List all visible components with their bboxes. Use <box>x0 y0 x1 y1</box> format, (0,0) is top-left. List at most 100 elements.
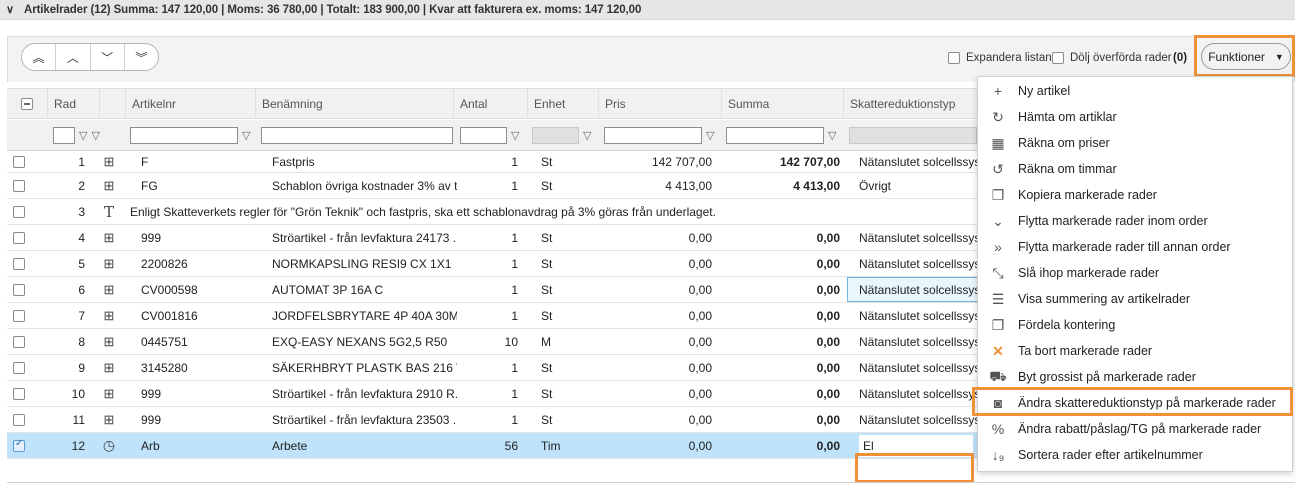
cell-skattereduktionstyp[interactable]: Nätanslutet solcellssystem <box>859 303 979 328</box>
cell-benamning[interactable]: Ströartikel - från levfaktura 23503 ... <box>272 407 457 432</box>
cell-antal[interactable]: 1 <box>463 277 518 302</box>
row-checkbox-checked[interactable]: ✓ <box>13 438 25 452</box>
cell-antal[interactable]: 10 <box>463 329 518 354</box>
cell-benamning[interactable]: Schablon övriga kostnader 3% av t... <box>272 173 457 198</box>
filter-icon[interactable]: ▽ <box>828 129 836 142</box>
filter-icon[interactable]: ▽ <box>91 129 99 142</box>
cell-skattereduktionstyp-editor[interactable]: El <box>859 435 973 457</box>
row-checkbox[interactable] <box>13 155 25 168</box>
menu-item-andra-rabatt[interactable]: % Ändra rabatt/påslag/TG på markerade ra… <box>978 416 1292 442</box>
expand-list-option[interactable]: Expandera listan <box>948 52 1052 64</box>
functions-button[interactable]: Funktioner ▼ <box>1201 43 1291 70</box>
column-header-type[interactable] <box>99 89 125 118</box>
menu-item-rakna-om-priser[interactable]: ▦ Räkna om priser <box>978 130 1292 156</box>
cell-artikelnr[interactable]: FG <box>141 173 261 198</box>
row-checkbox-cell[interactable] <box>13 407 33 432</box>
table-row[interactable]: 2 ⊞ FG Schablon övriga kostnader 3% av t… <box>7 173 1037 199</box>
cell-skattereduktionstyp[interactable]: Övrigt <box>859 173 979 198</box>
filter-pris-input[interactable] <box>604 126 702 144</box>
cell-pris[interactable]: 0,00 <box>607 251 712 276</box>
row-checkbox-cell[interactable] <box>13 303 33 328</box>
cell-skattereduktionstyp[interactable]: Nätanslutet solcellssystem <box>859 381 979 406</box>
cell-enhet[interactable]: St <box>541 225 591 250</box>
cell-pris[interactable]: 0,00 <box>607 355 712 380</box>
filter-icon[interactable]: ▽ <box>79 129 87 142</box>
row-checkbox[interactable] <box>13 335 25 348</box>
move-down-button[interactable]: ﹀ <box>91 44 125 70</box>
cell-benamning[interactable]: Ströartikel - från levfaktura 24173 ... <box>272 225 457 250</box>
cell-skattereduktionstyp[interactable]: Nätanslutet solcellssystem <box>859 329 979 354</box>
row-checkbox-cell[interactable] <box>13 151 33 172</box>
cell-antal[interactable]: 1 <box>463 303 518 328</box>
cell-enhet[interactable]: Tim <box>541 433 591 458</box>
cell-enhet[interactable]: St <box>541 381 591 406</box>
cell-pris[interactable]: 0,00 <box>607 381 712 406</box>
cell-artikelnr[interactable]: CV000598 <box>141 277 261 302</box>
menu-item-sla-ihop[interactable]: ⤡ Slå ihop markerade rader <box>978 260 1292 286</box>
select-all-checkbox[interactable] <box>21 97 33 110</box>
cell-benamning[interactable]: NORMKAPSLING RESI9 CX 1X1 <box>272 251 457 276</box>
row-checkbox[interactable] <box>13 387 25 400</box>
row-checkbox-cell[interactable] <box>13 251 33 276</box>
row-checkbox-cell[interactable] <box>13 199 33 224</box>
cell-enhet[interactable]: St <box>541 407 591 432</box>
menu-item-byt-grossist[interactable]: ⛟ Byt grossist på markerade rader <box>978 364 1292 390</box>
table-row[interactable]: 9 ⊞ 3145280 SÄKERHBRYT PLASTK BAS 216 W … <box>7 355 1037 381</box>
hide-transferred-checkbox[interactable] <box>1052 52 1064 64</box>
row-checkbox-cell[interactable]: ✓ <box>13 433 33 458</box>
row-checkbox[interactable] <box>13 309 25 322</box>
menu-item-ta-bort[interactable]: ✕ Ta bort markerade rader <box>978 338 1292 364</box>
cell-skattereduktionstyp-active[interactable]: Nätanslutet solcellssystem <box>847 277 979 302</box>
column-header-pris[interactable]: Pris <box>598 89 721 118</box>
cell-pris[interactable]: 0,00 <box>607 433 712 458</box>
table-row[interactable]: 3 T Enligt Skatteverkets regler för "Grö… <box>7 199 1037 225</box>
table-row[interactable]: 10 ⊞ 999 Ströartikel - från levfaktura 2… <box>7 381 1037 407</box>
select-all-cell[interactable] <box>7 89 47 118</box>
cell-artikelnr[interactable]: 999 <box>141 407 261 432</box>
cell-benamning[interactable]: JORDFELSBRYTARE 4P 40A 30MA <box>272 303 457 328</box>
column-header-enhet[interactable]: Enhet <box>527 89 598 118</box>
menu-item-kopiera-markerade-rader[interactable]: ❐ Kopiera markerade rader <box>978 182 1292 208</box>
cell-enhet[interactable]: M <box>541 329 591 354</box>
cell-benamning[interactable]: SÄKERHBRYT PLASTK BAS 216 W ... <box>272 355 457 380</box>
cell-antal[interactable]: 1 <box>463 251 518 276</box>
cell-benamning[interactable]: EXQ-EASY NEXANS 5G2,5 R50 <box>272 329 457 354</box>
cell-pris[interactable]: 142 707,00 <box>607 151 712 172</box>
filter-rad-input[interactable] <box>53 126 75 144</box>
cell-artikelnr[interactable]: CV001816 <box>141 303 261 328</box>
row-checkbox-cell[interactable] <box>13 329 33 354</box>
cell-benamning[interactable]: Fastpris <box>272 151 457 172</box>
cell-enhet[interactable]: St <box>541 173 591 198</box>
cell-pris[interactable]: 0,00 <box>607 225 712 250</box>
cell-artikelnr[interactable]: 3145280 <box>141 355 261 380</box>
cell-artikelnr[interactable]: 999 <box>141 225 261 250</box>
row-checkbox[interactable] <box>13 231 25 244</box>
row-checkbox[interactable] <box>13 283 25 296</box>
filter-icon[interactable]: ▽ <box>583 129 591 142</box>
table-row-selected[interactable]: ✓ 12 ◷ Arb Arbete 56 Tim 0,00 0,00 El <box>7 433 1037 459</box>
move-to-bottom-button[interactable]: ︾ <box>125 44 158 70</box>
menu-item-visa-summering[interactable]: ☰ Visa summering av artikelrader <box>978 286 1292 312</box>
row-checkbox[interactable] <box>13 413 25 426</box>
cell-text-line[interactable]: Enligt Skatteverkets regler för "Grön Te… <box>130 199 980 224</box>
row-checkbox[interactable] <box>13 205 25 218</box>
table-row[interactable]: 8 ⊞ 0445751 EXQ-EASY NEXANS 5G2,5 R50 10… <box>7 329 1037 355</box>
cell-antal[interactable]: 1 <box>463 173 518 198</box>
cell-pris[interactable]: 0,00 <box>607 407 712 432</box>
column-header-rad[interactable]: Rad <box>47 89 99 118</box>
cell-skattereduktionstyp[interactable]: Nätanslutet solcellssystem <box>859 225 979 250</box>
cell-benamning[interactable]: AUTOMAT 3P 16A C <box>272 277 457 302</box>
filter-antal-input[interactable] <box>460 126 507 144</box>
cell-pris[interactable]: 0,00 <box>607 303 712 328</box>
table-row[interactable]: 4 ⊞ 999 Ströartikel - från levfaktura 24… <box>7 225 1037 251</box>
menu-item-fordela-kontering[interactable]: ❐ Fördela kontering <box>978 312 1292 338</box>
row-checkbox-cell[interactable] <box>13 355 33 380</box>
section-header[interactable]: ∨ Artikelrader (12) Summa: 147 120,00 | … <box>0 0 1295 20</box>
cell-enhet[interactable]: St <box>541 151 591 172</box>
table-row[interactable]: 5 ⊞ 2200826 NORMKAPSLING RESI9 CX 1X1 1 … <box>7 251 1037 277</box>
expand-list-checkbox[interactable] <box>948 52 960 64</box>
cell-enhet[interactable]: St <box>541 303 591 328</box>
cell-artikelnr[interactable]: 999 <box>141 381 261 406</box>
filter-icon[interactable]: ▽ <box>242 129 250 142</box>
cell-enhet[interactable]: St <box>541 355 591 380</box>
